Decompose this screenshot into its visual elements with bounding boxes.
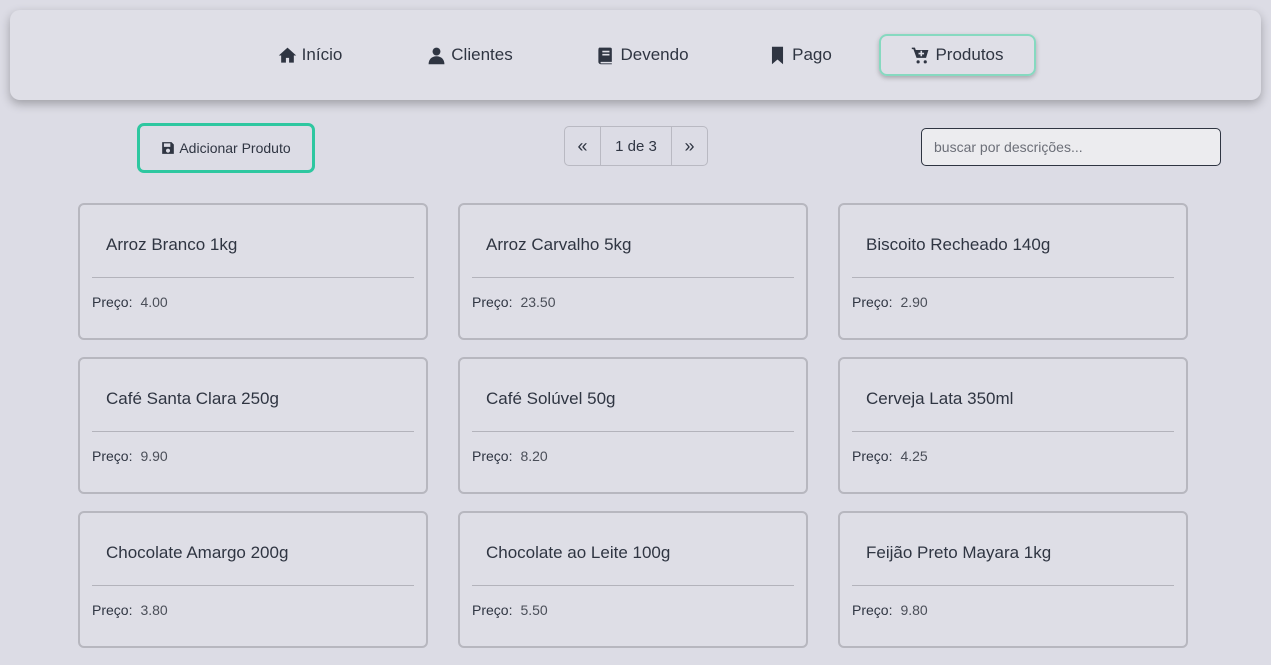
user-icon	[428, 47, 445, 64]
product-price: Preço: 2.90	[852, 294, 928, 310]
nav-item-produtos[interactable]: Produtos	[879, 34, 1036, 76]
search-input[interactable]	[921, 128, 1221, 166]
bookmark-icon	[772, 46, 784, 64]
product-name: Chocolate ao Leite 100g	[486, 543, 671, 562]
product-card[interactable]: Cerveja Lata 350ml Preço: 4.25	[838, 357, 1188, 494]
price-value: 23.50	[520, 294, 556, 310]
pagination-next-button[interactable]: »	[672, 127, 707, 165]
card-divider	[852, 585, 1174, 586]
nav-item-label: Clientes	[451, 45, 513, 64]
price-value: 3.80	[140, 602, 168, 618]
product-name: Café Santa Clara 250g	[106, 389, 279, 408]
price-label: Preço:	[472, 602, 513, 618]
nav-item-label: Início	[301, 45, 343, 64]
product-name: Chocolate Amargo 200g	[106, 543, 289, 562]
nav-item-devendo[interactable]: Devendo	[585, 34, 700, 76]
product-card[interactable]: Arroz Branco 1kg Preço: 4.00	[78, 203, 428, 340]
product-card[interactable]: Café Santa Clara 250g Preço: 9.90	[78, 357, 428, 494]
price-value: 4.00	[140, 294, 168, 310]
price-label: Preço:	[472, 294, 513, 310]
nav-item-label: Devendo	[620, 45, 689, 64]
product-name: Arroz Branco 1kg	[106, 235, 238, 254]
nav-item-label: Pago	[792, 45, 832, 64]
pagination-prev-button[interactable]: «	[565, 127, 600, 165]
product-price: Preço: 9.90	[92, 448, 168, 464]
price-label: Preço:	[852, 294, 893, 310]
product-name: Cerveja Lata 350ml	[866, 389, 1014, 408]
nav-item-label: Produtos	[935, 45, 1004, 64]
add-product-button[interactable]: Adicionar Produto	[137, 123, 315, 173]
price-label: Preço:	[92, 602, 133, 618]
card-divider	[472, 431, 794, 432]
card-divider	[92, 585, 414, 586]
price-value: 2.90	[900, 294, 928, 310]
product-price: Preço: 3.80	[92, 602, 168, 618]
product-price: Preço: 8.20	[472, 448, 548, 464]
nav-item-clientes[interactable]: Clientes	[415, 34, 525, 76]
price-value: 9.80	[900, 602, 928, 618]
product-grid: Arroz Branco 1kg Preço: 4.00 Arroz Carval…	[78, 203, 1188, 648]
product-card[interactable]: Arroz Carvalho 5kg Preço: 23.50	[458, 203, 808, 340]
price-label: Preço:	[92, 448, 133, 464]
pagination-indicator: 1 de 3	[600, 127, 672, 165]
add-product-label: Adicionar Produto	[179, 140, 291, 156]
price-value: 4.25	[900, 448, 928, 464]
product-card[interactable]: Biscoito Recheado 140g Preço: 2.90	[838, 203, 1188, 340]
price-label: Preço:	[472, 448, 513, 464]
price-label: Preço:	[852, 448, 893, 464]
product-card[interactable]: Chocolate Amargo 200g Preço: 3.80	[78, 511, 428, 648]
product-price: Preço: 23.50	[472, 294, 556, 310]
price-label: Preço:	[92, 294, 133, 310]
product-card[interactable]: Café Solúvel 50g Preço: 8.20	[458, 357, 808, 494]
card-divider	[852, 277, 1174, 278]
card-divider	[852, 431, 1174, 432]
cart-plus-icon	[912, 47, 929, 63]
home-icon	[278, 47, 296, 63]
product-price: Preço: 5.50	[472, 602, 548, 618]
price-value: 8.20	[520, 448, 548, 464]
nav-item-inicio[interactable]: Início	[260, 34, 360, 76]
product-name: Biscoito Recheado 140g	[866, 235, 1051, 254]
save-icon	[162, 142, 175, 154]
price-value: 9.90	[140, 448, 168, 464]
product-price: Preço: 4.00	[92, 294, 168, 310]
card-divider	[472, 277, 794, 278]
price-value: 5.50	[520, 602, 548, 618]
product-name: Feijão Preto Mayara 1kg	[866, 543, 1052, 562]
top-navbar: Início Clientes Devendo Pago Produtos	[10, 10, 1261, 100]
product-card[interactable]: Feijão Preto Mayara 1kg Preço: 9.80	[838, 511, 1188, 648]
product-name: Arroz Carvalho 5kg	[486, 235, 632, 254]
card-divider	[92, 431, 414, 432]
product-price: Preço: 9.80	[852, 602, 928, 618]
pagination: « 1 de 3 »	[564, 126, 708, 166]
price-label: Preço:	[852, 602, 893, 618]
product-price: Preço: 4.25	[852, 448, 928, 464]
product-card[interactable]: Chocolate ao Leite 100g Preço: 5.50	[458, 511, 808, 648]
card-divider	[92, 277, 414, 278]
product-name: Café Solúvel 50g	[486, 389, 616, 408]
nav-item-pago[interactable]: Pago	[755, 34, 845, 76]
card-divider	[472, 585, 794, 586]
book-icon	[598, 47, 613, 64]
